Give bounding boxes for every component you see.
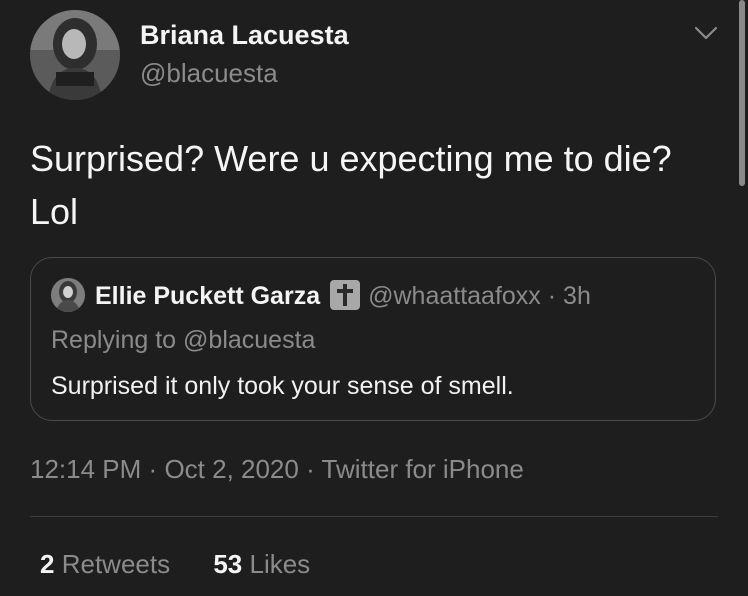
likes-stat[interactable]: 53 Likes — [213, 549, 310, 580]
quoted-author-handle[interactable]: @whaattaafoxx — [368, 282, 541, 310]
tweet-date: Oct 2, 2020 — [164, 454, 299, 484]
author-handle[interactable]: @blacuesta — [140, 58, 278, 89]
reply-prefix: Replying to — [51, 326, 177, 354]
separator-dot: · — [306, 454, 315, 484]
chevron-down-icon[interactable] — [694, 24, 718, 42]
scrollbar[interactable] — [739, 0, 745, 186]
author-avatar[interactable] — [30, 10, 120, 100]
retweets-stat[interactable]: 2 Retweets — [40, 549, 170, 580]
retweets-count: 2 — [40, 549, 55, 579]
author-name[interactable]: Briana Lacuesta — [140, 20, 349, 51]
tweet-time: 12:14 PM — [30, 454, 142, 484]
quoted-avatar-image — [51, 278, 85, 312]
reply-to-handle[interactable]: @blacuesta — [183, 326, 315, 354]
likes-count: 53 — [213, 549, 243, 579]
quoted-age: 3h — [563, 282, 591, 310]
quoted-author-name[interactable]: Ellie Puckett Garza — [95, 282, 320, 310]
tweet-source[interactable]: Twitter for iPhone — [322, 454, 524, 484]
likes-label: Likes — [249, 549, 311, 579]
retweets-label: Retweets — [61, 549, 171, 579]
reply-context: Replying to @blacuesta — [51, 326, 315, 355]
quoted-header: Ellie Puckett Garza @whaattaafoxx · 3h — [95, 280, 591, 311]
engagement-stats: 2 Retweets 53 Likes — [40, 549, 346, 580]
tweet-text: Surprised? Were u expecting me to die? L… — [30, 138, 672, 232]
separator-dot: · — [148, 454, 158, 484]
quoted-author-avatar[interactable] — [51, 278, 85, 312]
latin-cross-icon — [330, 280, 361, 310]
quoted-text: Surprised it only took your sense of sme… — [51, 372, 514, 400]
divider — [30, 516, 718, 517]
tweet-timestamp: 12:14 PM · Oct 2, 2020 · Twitter for iPh… — [30, 454, 524, 485]
tweet-detail: Briana Lacuesta @blacuesta Surprised? We… — [0, 0, 748, 596]
separator-dot: · — [547, 282, 557, 310]
author-avatar-image — [30, 10, 120, 100]
quoted-tweet[interactable]: Ellie Puckett Garza @whaattaafoxx · 3h Re… — [30, 257, 716, 421]
